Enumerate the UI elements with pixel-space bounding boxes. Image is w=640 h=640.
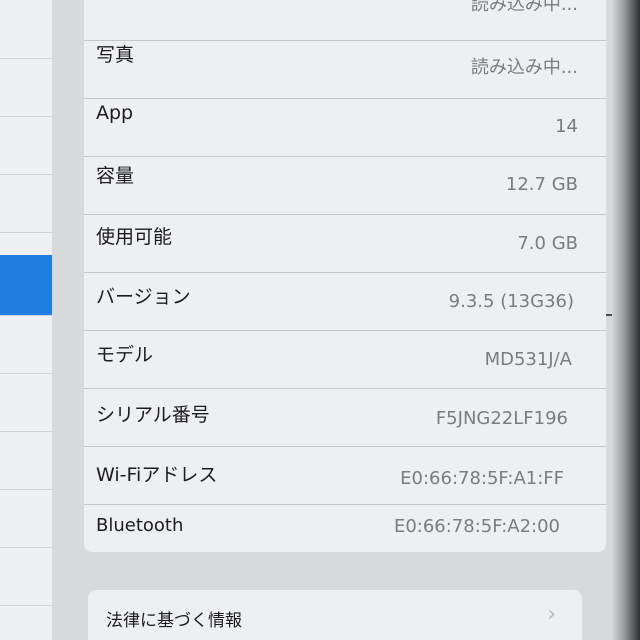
- bezel-mark: [606, 314, 612, 316]
- device-bezel: [612, 0, 640, 640]
- sidebar-item[interactable]: [0, 431, 52, 490]
- about-row-loading: 読み込み中...: [84, 0, 606, 41]
- sidebar-item[interactable]: [0, 373, 52, 432]
- row-label: 容量: [96, 165, 135, 187]
- row-value: 14: [555, 116, 578, 137]
- row-value: F5JNG22LF196: [435, 408, 568, 429]
- chevron-right-icon: ›: [547, 602, 556, 627]
- about-row-apps: App 14: [84, 98, 606, 157]
- row-label: App: [96, 102, 134, 124]
- about-row-bluetooth: Bluetooth E0:66:78:5F:A2:00: [84, 504, 606, 552]
- about-row-serial: シリアル番号 F5JNG22LF196: [84, 388, 606, 447]
- row-value: 読み込み中...: [470, 57, 578, 78]
- row-value: E0:66:78:5F:A1:FF: [400, 468, 564, 489]
- sidebar-item-selected[interactable]: [0, 255, 52, 316]
- sidebar-item[interactable]: [0, 489, 52, 548]
- about-info-group: 読み込み中... 写真 読み込み中... App 14 容量 12.7 GB 使…: [84, 0, 606, 552]
- sidebar-item[interactable]: [0, 315, 52, 374]
- row-value: 7.0 GB: [517, 233, 578, 254]
- sidebar-item[interactable]: [0, 174, 52, 233]
- sidebar-item[interactable]: [0, 116, 52, 175]
- about-row-photos: 写真 読み込み中...: [84, 40, 606, 99]
- about-row-available: 使用可能 7.0 GB: [84, 214, 606, 273]
- row-value: 読み込み中...: [470, 0, 578, 15]
- row-value: E0:66:78:5F:A2:00: [393, 516, 560, 537]
- ipad-screen: 読み込み中... 写真 読み込み中... App 14 容量 12.7 GB 使…: [0, 0, 640, 640]
- row-label: Bluetooth: [96, 515, 184, 536]
- row-label: シリアル番号: [96, 404, 210, 426]
- row-value: 12.7 GB: [505, 174, 578, 195]
- sidebar-item[interactable]: [0, 547, 52, 606]
- about-row-model: モデル MD531J/A: [84, 330, 606, 389]
- sidebar-item[interactable]: [0, 0, 52, 59]
- about-row-version: バージョン 9.3.5 (13G36): [84, 272, 606, 331]
- row-value: 9.3.5 (13G36): [448, 291, 574, 312]
- row-label: モデル: [96, 344, 154, 366]
- row-label: 写真: [96, 44, 135, 66]
- legal-info-row[interactable]: 法律に基づく情報 ›: [88, 590, 582, 640]
- sidebar-item[interactable]: [0, 58, 52, 117]
- row-label: 使用可能: [96, 226, 173, 248]
- about-row-capacity: 容量 12.7 GB: [84, 156, 606, 215]
- about-row-wifi-address: Wi-Fiアドレス E0:66:78:5F:A1:FF: [84, 446, 606, 505]
- row-label: Wi-Fiアドレス: [96, 464, 218, 486]
- row-label: バージョン: [96, 286, 191, 308]
- legal-info-label: 法律に基づく情報: [106, 611, 242, 631]
- settings-sidebar: [0, 0, 53, 640]
- row-value: MD531J/A: [484, 349, 572, 370]
